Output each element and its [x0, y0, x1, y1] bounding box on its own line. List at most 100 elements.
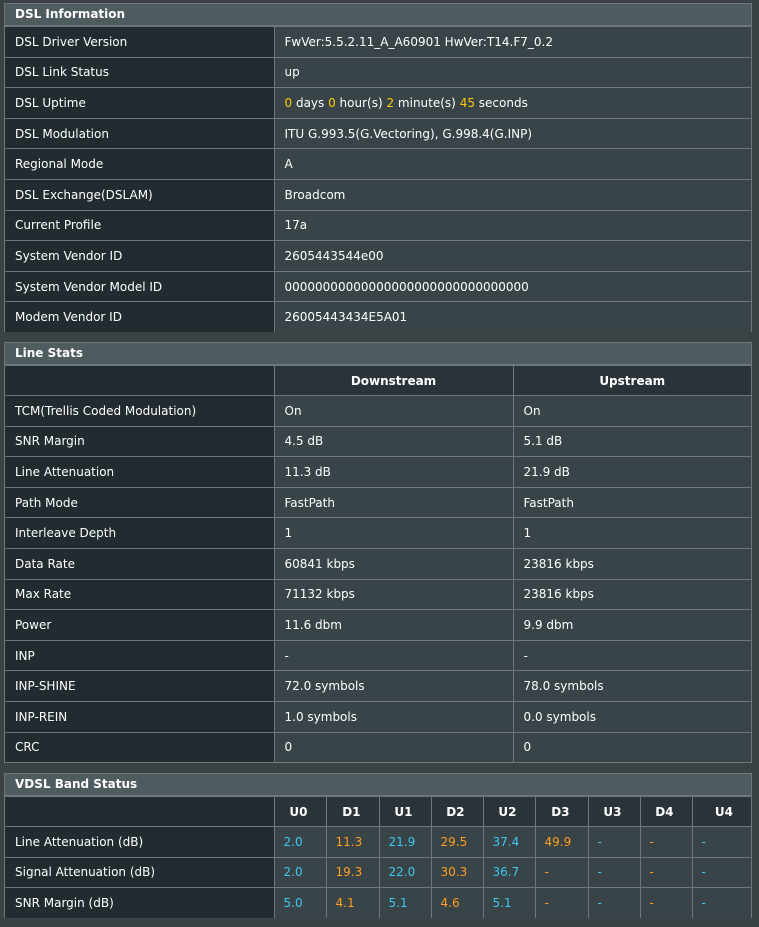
- band-header-d1: D1: [325, 796, 380, 827]
- band-cell: 22.0: [378, 856, 432, 889]
- band-cell: -: [691, 887, 751, 918]
- line-stats-title: Line Stats: [5, 343, 751, 365]
- modem-vendor-id-value: 26005443434E5A01: [273, 301, 751, 332]
- table-row: INP-REIN 1.0 symbols 0.0 symbols: [5, 700, 751, 733]
- band-cell: -: [587, 826, 641, 858]
- band-cell: 4.1: [325, 887, 380, 918]
- data-rate-downstream: 60841 kbps: [273, 547, 514, 580]
- vdsl-band-status-title: VDSL Band Status: [5, 774, 751, 796]
- table-row: Max Rate 71132 kbps 23816 kbps: [5, 578, 751, 611]
- max-rate-downstream: 71132 kbps: [273, 578, 514, 611]
- band-cell: 19.3: [325, 856, 380, 889]
- table-row: TCM(Trellis Coded Modulation) On On: [5, 395, 751, 427]
- inp-rein-downstream: 1.0 symbols: [273, 700, 514, 733]
- band-cell: 29.5: [430, 826, 484, 858]
- max-rate-label: Max Rate: [5, 578, 275, 611]
- table-row: System Vendor ID 2605443544e00: [5, 240, 751, 272]
- exchange-value: Broadcom: [273, 178, 751, 211]
- profile-label: Current Profile: [5, 209, 275, 242]
- uptime-value: 0 days 0 hour(s) 2 minute(s) 45 seconds: [273, 87, 751, 119]
- table-row: Path Mode FastPath FastPath: [5, 486, 751, 519]
- table-row: Signal Attenuation (dB) 2.0 19.3 22.0 30…: [5, 856, 751, 889]
- band-cell: -: [691, 856, 751, 889]
- regional-mode-value: A: [273, 148, 751, 180]
- band-cell: -: [639, 826, 693, 858]
- link-status-label: DSL Link Status: [5, 56, 275, 89]
- table-row: Data Rate 60841 kbps 23816 kbps: [5, 547, 751, 580]
- data-rate-upstream: 23816 kbps: [512, 547, 751, 580]
- inp-rein-upstream: 0.0 symbols: [512, 700, 751, 733]
- line-stats-panel: Line Stats Downstream Upstream TCM(Trell…: [4, 342, 752, 763]
- table-row: DSL Exchange(DSLAM) Broadcom: [5, 178, 751, 211]
- tcm-label: TCM(Trellis Coded Modulation): [5, 395, 275, 427]
- driver-version-value: FwVer:5.5.2.11_A_A60901 HwVer:T14.F7_0.2: [273, 26, 751, 58]
- header-blank-cell: [5, 796, 275, 827]
- header-blank-cell: [5, 365, 275, 396]
- band-cell: 37.4: [482, 826, 536, 858]
- crc-label: CRC: [5, 731, 275, 763]
- vendor-model-id-value: 00000000000000000000000000000000: [273, 270, 751, 303]
- band-cell: 11.3: [325, 826, 380, 858]
- band-cell: -: [639, 856, 693, 889]
- band-cell: 2.0: [273, 826, 327, 858]
- table-row: CRC 0 0: [5, 731, 751, 763]
- modulation-label: DSL Modulation: [5, 117, 275, 150]
- table-row: INP - -: [5, 639, 751, 672]
- data-rate-label: Data Rate: [5, 547, 275, 580]
- snr-margin-upstream: 5.1 dB: [512, 425, 751, 458]
- band-cell: 2.0: [273, 856, 327, 889]
- table-row: Current Profile 17a: [5, 209, 751, 242]
- inp-rein-label: INP-REIN: [5, 700, 275, 733]
- band-header-u0: U0: [273, 796, 327, 827]
- exchange-label: DSL Exchange(DSLAM): [5, 178, 275, 211]
- table-row: INP-SHINE 72.0 symbols 78.0 symbols: [5, 670, 751, 702]
- band-cell: -: [639, 887, 693, 918]
- vdsl-band-status-panel: VDSL Band Status U0 D1 U1 D2 U2 D3 U3 D4: [4, 773, 752, 918]
- table-row: Modem Vendor ID 26005443434E5A01: [5, 301, 751, 332]
- table-row: Power 11.6 dbm 9.9 dbm: [5, 609, 751, 641]
- tcm-downstream: On: [273, 395, 514, 427]
- dsl-information-title: DSL Information: [5, 4, 751, 26]
- tcm-upstream: On: [512, 395, 751, 427]
- table-row: Line Attenuation 11.3 dB 21.9 dB: [5, 456, 751, 488]
- band-header-u3: U3: [587, 796, 641, 827]
- snr-margin-downstream: 4.5 dB: [273, 425, 514, 458]
- band-cell: 4.6: [430, 887, 484, 918]
- band-cell: 5.1: [482, 887, 536, 918]
- vdsl-band-table: U0 D1 U1 D2 U2 D3 U3 D4 U4 Line Attenuat…: [5, 796, 751, 918]
- table-row: SNR Margin (dB) 5.0 4.1 5.1 4.6 5.1 - - …: [5, 887, 751, 918]
- path-mode-downstream: FastPath: [273, 486, 514, 519]
- line-attenuation-upstream: 21.9 dB: [512, 456, 751, 488]
- crc-downstream: 0: [273, 731, 514, 763]
- uptime-hours-unit: hour(s): [335, 95, 387, 110]
- inp-label: INP: [5, 639, 275, 672]
- driver-version-label: DSL Driver Version: [5, 26, 275, 58]
- dsl-information-panel: DSL Information DSL Driver Version FwVer…: [4, 3, 752, 332]
- table-row: DSL Modulation ITU G.993.5(G.Vectoring),…: [5, 117, 751, 150]
- link-status-value: up: [273, 56, 751, 89]
- table-row: SNR Margin 4.5 dB 5.1 dB: [5, 425, 751, 458]
- inp-shine-upstream: 78.0 symbols: [512, 670, 751, 702]
- path-mode-label: Path Mode: [5, 486, 275, 519]
- band-cell: -: [534, 856, 589, 889]
- vendor-id-label: System Vendor ID: [5, 240, 275, 272]
- band-cell: 30.3: [430, 856, 484, 889]
- band-snr-margin-label: SNR Margin (dB): [5, 887, 275, 918]
- band-header-u1: U1: [378, 796, 432, 827]
- path-mode-upstream: FastPath: [512, 486, 751, 519]
- band-cell: -: [534, 887, 589, 918]
- uptime-days-unit: days: [292, 95, 329, 110]
- band-cell: 36.7: [482, 856, 536, 889]
- band-header-u2: U2: [482, 796, 536, 827]
- interleave-depth-downstream: 1: [273, 517, 514, 549]
- snr-margin-label: SNR Margin: [5, 425, 275, 458]
- table-header-row: U0 D1 U1 D2 U2 D3 U3 D4 U4: [5, 796, 751, 827]
- line-stats-table: Downstream Upstream TCM(Trellis Coded Mo…: [5, 365, 751, 763]
- interleave-depth-upstream: 1: [512, 517, 751, 549]
- inp-upstream: -: [512, 639, 751, 672]
- uptime-label: DSL Uptime: [5, 87, 275, 119]
- downstream-header: Downstream: [273, 365, 514, 396]
- table-row: Interleave Depth 1 1: [5, 517, 751, 549]
- uptime-seconds-unit: seconds: [474, 95, 528, 110]
- uptime-days: 0: [284, 95, 293, 110]
